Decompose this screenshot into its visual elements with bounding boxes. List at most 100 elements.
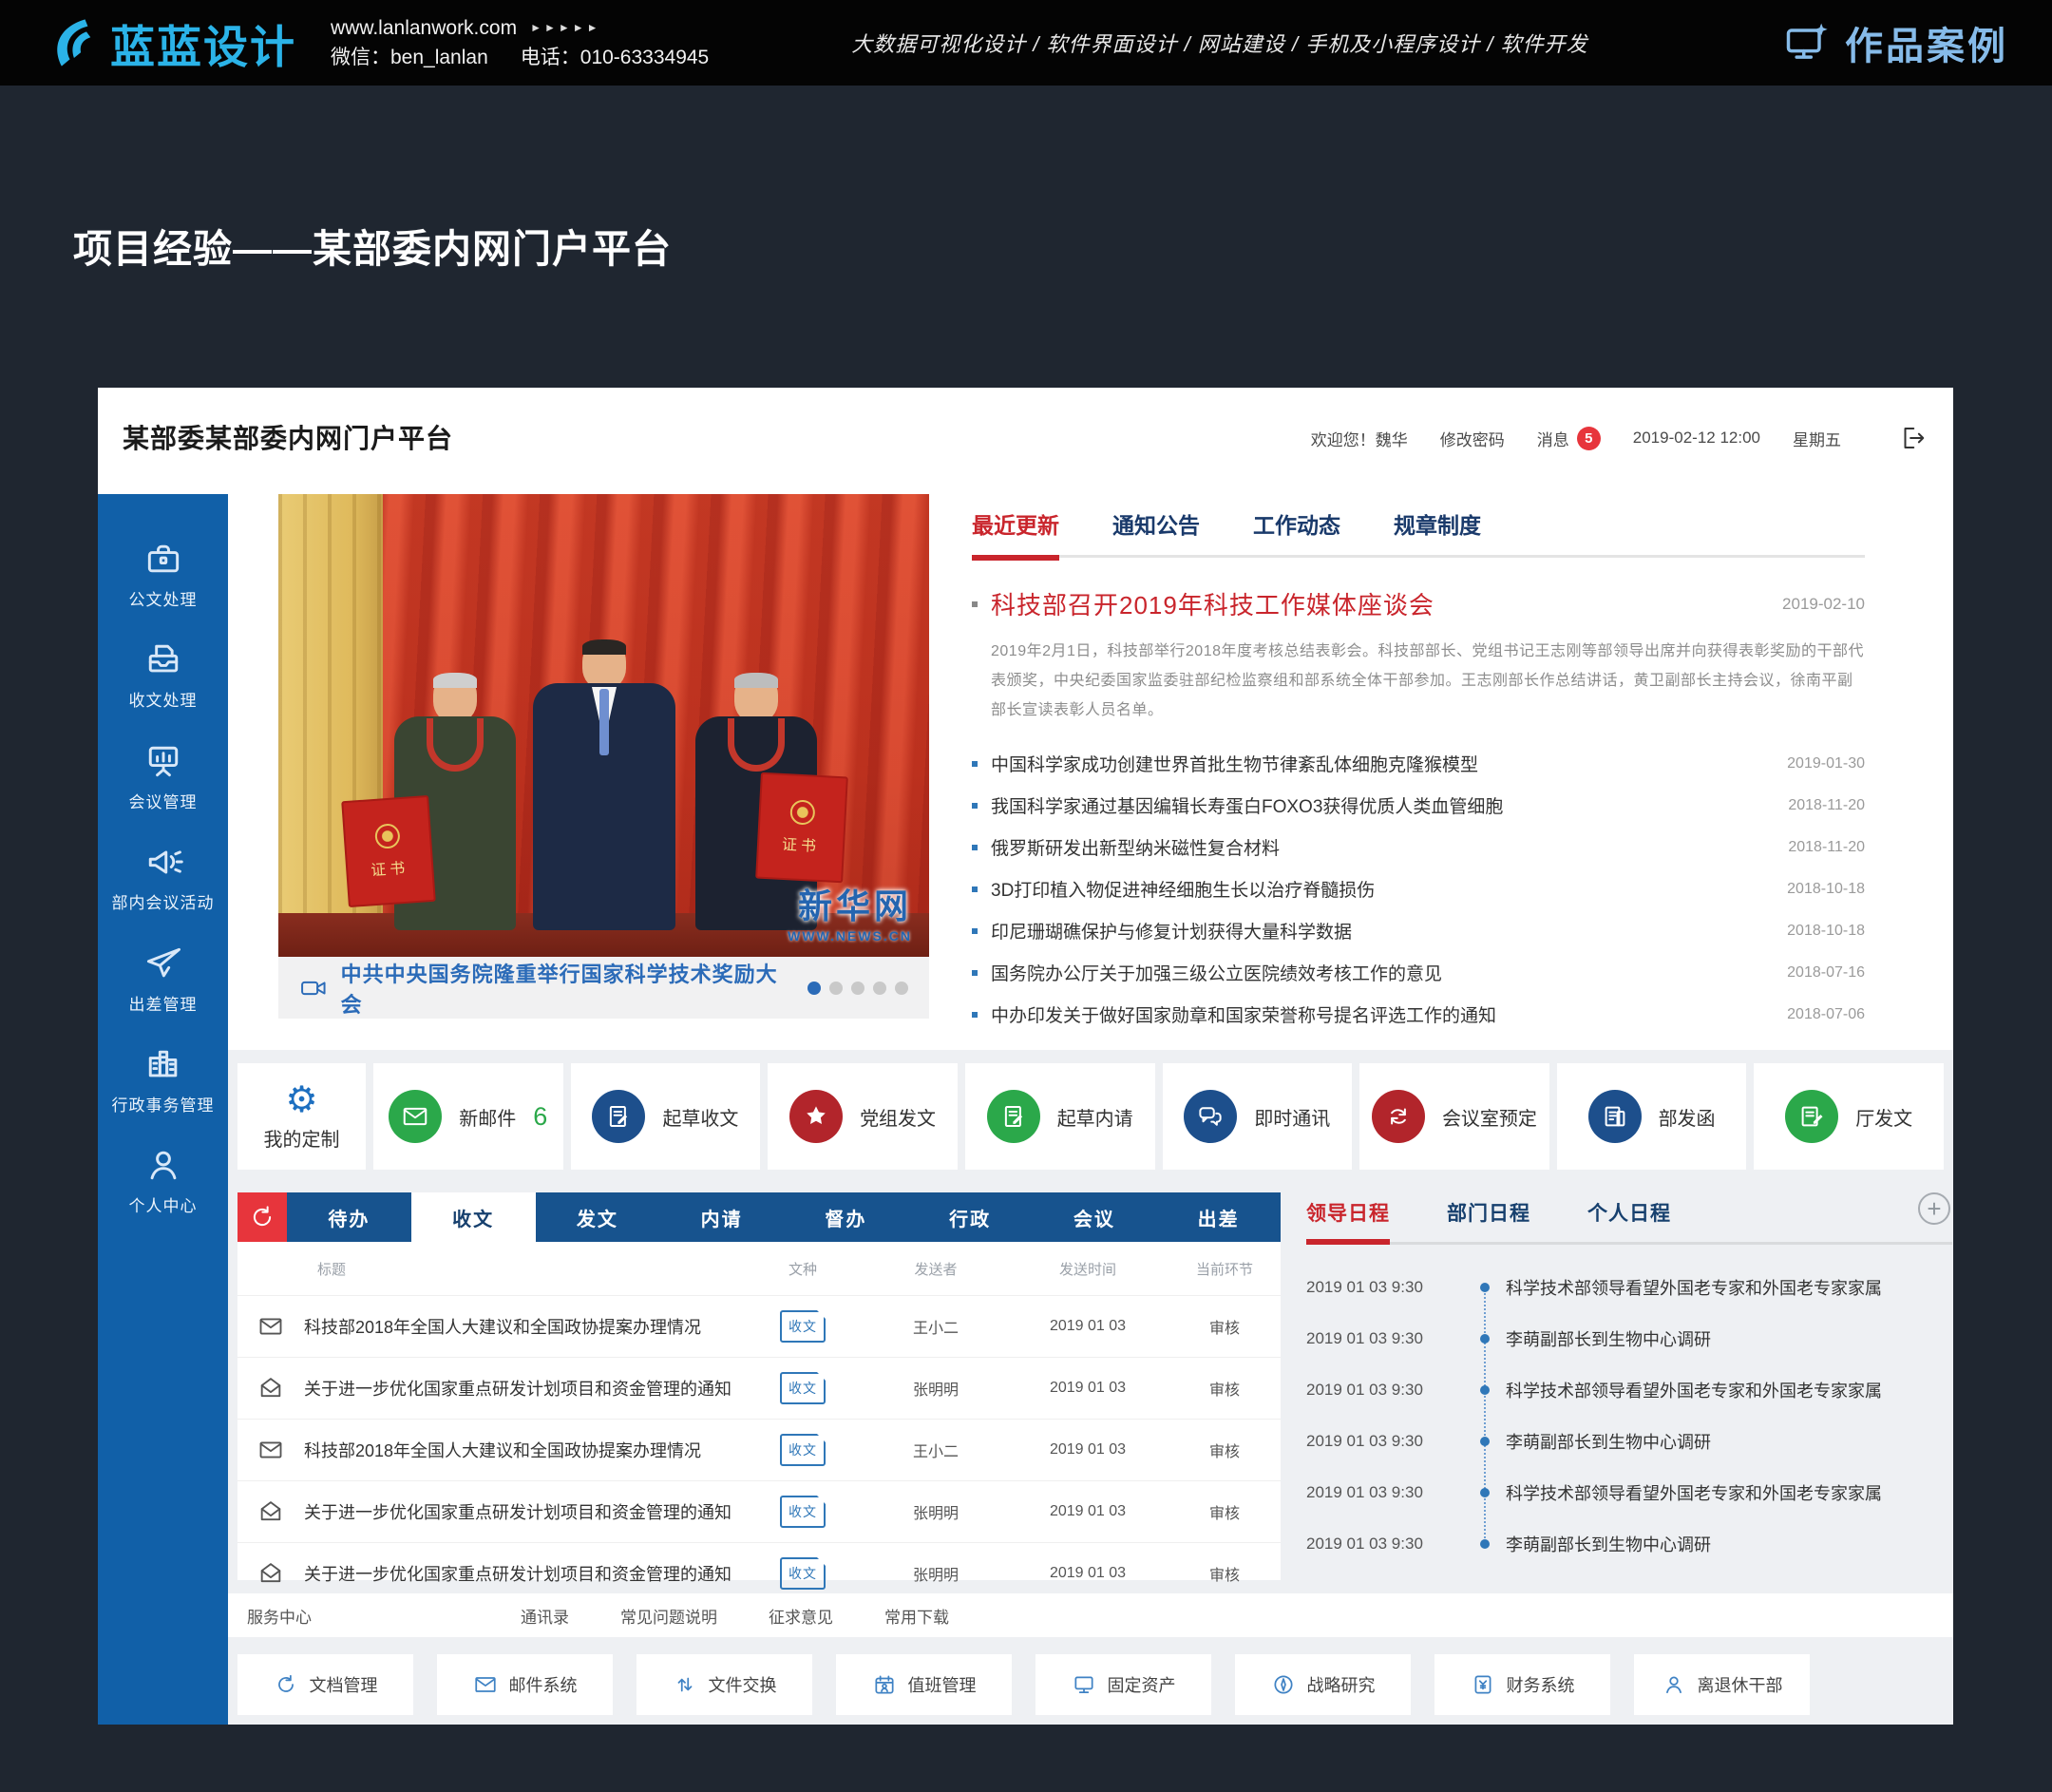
- news-item[interactable]: 中国科学家成功创建世界首批生物节律紊乱体细胞克隆猴模型2019-01-30: [972, 743, 1865, 785]
- carousel-dot[interactable]: [808, 982, 821, 995]
- news-item[interactable]: 俄罗斯研发出新型纳米磁性复合材料2018-11-20: [972, 827, 1865, 868]
- carousel-caption-bar: 中共中央国务院隆重举行国家科学技术奖励大会: [278, 957, 929, 1019]
- tab-work-trends[interactable]: 工作动态: [1253, 507, 1340, 540]
- quick-action-party-dispatch[interactable]: 党组发文: [768, 1063, 958, 1170]
- refresh-button[interactable]: [238, 1192, 287, 1242]
- tab-rules[interactable]: 规章制度: [1394, 507, 1481, 540]
- sidebar-item-document-processing[interactable]: 公文处理: [98, 538, 228, 610]
- carousel-dot[interactable]: [851, 982, 864, 995]
- row-sender: 张明明: [864, 1562, 1007, 1585]
- plane-icon: [142, 943, 184, 984]
- table-row[interactable]: 关于进一步优化国家重点研发计划项目和资金管理的通知 收文 张明明 2019 01…: [238, 1480, 1281, 1542]
- logout-button[interactable]: [1898, 424, 1927, 452]
- footer-link-downloads[interactable]: 常用下载: [884, 1604, 949, 1628]
- closed-envelope-icon: [257, 1313, 284, 1340]
- news-item-date: 2018-11-20: [1788, 839, 1865, 856]
- tab-todo[interactable]: 待办: [287, 1192, 411, 1242]
- app-duty-management[interactable]: 值班管理: [836, 1654, 1012, 1715]
- row-time: 2019 01 03: [1007, 1565, 1168, 1582]
- messages-label: 消息: [1537, 427, 1569, 450]
- tab-meeting[interactable]: 会议: [1033, 1192, 1157, 1242]
- schedule-item[interactable]: 2019 01 03 9:30 科学技术部领导看望外国老专家和外国老专家家属: [1306, 1364, 1952, 1416]
- tab-supervise[interactable]: 督办: [784, 1192, 908, 1242]
- tab-personal-schedule[interactable]: 个人日程: [1587, 1198, 1671, 1227]
- sidebar-item-admin-affairs[interactable]: 行政事务管理: [98, 1043, 228, 1115]
- footer-link-feedback[interactable]: 征求意见: [769, 1604, 833, 1628]
- news-item[interactable]: 国务院办公厅关于加强三级公立医院绩效考核工作的意见2018-07-16: [972, 952, 1865, 994]
- tab-department-schedule[interactable]: 部门日程: [1447, 1198, 1530, 1227]
- sidebar-item-personal-center[interactable]: 个人中心: [98, 1144, 228, 1216]
- carousel-dot[interactable]: [829, 982, 843, 995]
- sidebar-item-internal-meetings[interactable]: 部内会议活动: [98, 841, 228, 913]
- service-center-link[interactable]: 服务中心: [247, 1604, 312, 1628]
- news-item[interactable]: 3D打印植入物促进神经细胞生长以治疗脊髓损伤2018-10-18: [972, 868, 1865, 910]
- app-fixed-assets[interactable]: 固定资产: [1036, 1654, 1211, 1715]
- tab-dispatch[interactable]: 发文: [536, 1192, 660, 1242]
- quick-action-ministry-letter[interactable]: 部发函: [1557, 1063, 1747, 1170]
- headline-date: 2019-02-10: [1782, 595, 1865, 614]
- website-link[interactable]: www.lanlanwork.com: [331, 13, 517, 44]
- envelope-icon: [473, 1672, 498, 1697]
- schedule-time: 2019 01 03 9:30: [1306, 1278, 1464, 1297]
- row-time: 2019 01 03: [1007, 1441, 1168, 1458]
- news-item[interactable]: 印尼珊瑚礁保护与修复计划获得大量科学数据2018-10-18: [972, 910, 1865, 952]
- schedule-item[interactable]: 2019 01 03 9:30 李萌副部长到生物中心调研: [1306, 1518, 1952, 1570]
- quick-action-new-mail[interactable]: 新邮件 6: [373, 1063, 563, 1170]
- row-sender: 王小二: [864, 1439, 1007, 1461]
- headline-link[interactable]: 科技部召开2019年科技工作媒体座谈会: [991, 586, 1434, 621]
- news-carousel[interactable]: 证书 证书 新华网 WWW.NEWS.CN 中共中央国务院隆重举行: [278, 494, 929, 1019]
- lanlan-logo[interactable]: 蓝蓝设计: [44, 10, 296, 76]
- quick-action-draft-internal[interactable]: 起草内请: [965, 1063, 1155, 1170]
- news-item[interactable]: 中办印发关于做好国家勋章和国家荣誉称号提名评选工作的通知2018-07-06: [972, 994, 1865, 1036]
- row-sender: 张明明: [864, 1377, 1007, 1400]
- quick-action-label: 党组发文: [860, 1103, 936, 1131]
- table-row[interactable]: 科技部2018年全国人大建议和全国政协提案办理情况 收文 王小二 2019 01…: [238, 1419, 1281, 1480]
- app-finance-system[interactable]: 财务系统: [1434, 1654, 1610, 1715]
- app-mail-system[interactable]: 邮件系统: [437, 1654, 613, 1715]
- footer-link-contacts[interactable]: 通讯录: [521, 1604, 569, 1628]
- sidebar-item-meeting-management[interactable]: 会议管理: [98, 740, 228, 812]
- portal-card: 某部委某部委内网门户平台 欢迎您！魏华 修改密码 消息 5 2019-02-12…: [98, 388, 1953, 1725]
- tab-notices[interactable]: 通知公告: [1112, 507, 1200, 540]
- carousel-dot[interactable]: [895, 982, 908, 995]
- change-password-link[interactable]: 修改密码: [1440, 427, 1505, 450]
- app-document-management[interactable]: 文档管理: [238, 1654, 413, 1715]
- carousel-photo: 证书 证书 新华网 WWW.NEWS.CN: [278, 494, 929, 957]
- app-strategy-research[interactable]: 战略研究: [1235, 1654, 1411, 1715]
- tab-admin[interactable]: 行政: [908, 1192, 1033, 1242]
- carousel-dot[interactable]: [873, 982, 886, 995]
- app-retired-cadres[interactable]: 离退休干部: [1634, 1654, 1810, 1715]
- timeline-dot-icon: [1464, 1437, 1506, 1446]
- sidebar-item-business-trip[interactable]: 出差管理: [98, 943, 228, 1015]
- footer-link-faq[interactable]: 常见问题说明: [620, 1604, 717, 1628]
- tab-recent-updates[interactable]: 最近更新: [972, 507, 1059, 540]
- schedule-item[interactable]: 2019 01 03 9:30 李萌副部长到生物中心调研: [1306, 1313, 1952, 1364]
- schedule-item[interactable]: 2019 01 03 9:30 科学技术部领导看望外国老专家和外国老专家家属: [1306, 1262, 1952, 1313]
- carousel-caption[interactable]: 中共中央国务院隆重举行国家科学技术奖励大会: [341, 958, 794, 1019]
- quick-action-draft-receive[interactable]: 起草收文: [571, 1063, 761, 1170]
- quick-action-meeting-room-booking[interactable]: 会议室预定: [1359, 1063, 1549, 1170]
- tab-leader-schedule[interactable]: 领导日程: [1306, 1198, 1390, 1227]
- portfolio-link[interactable]: 作品案例: [1782, 15, 2008, 70]
- row-sender: 王小二: [864, 1315, 1007, 1338]
- news-item[interactable]: 我国科学家通过基因编辑长寿蛋白FOXO3获得优质人类血管细胞2018-11-20: [972, 785, 1865, 827]
- sidebar-item-receive-processing[interactable]: 收文处理: [98, 639, 228, 711]
- new-mail-count: 6: [533, 1102, 547, 1132]
- datetime-text: 2019-02-12 12:00: [1633, 429, 1760, 448]
- schedule-tabs: 领导日程 部门日程 个人日程 +: [1306, 1198, 1952, 1245]
- messages-link[interactable]: 消息 5: [1537, 427, 1601, 450]
- tab-internal-request[interactable]: 内请: [659, 1192, 784, 1242]
- table-row[interactable]: 科技部2018年全国人大建议和全国政协提案办理情况 收文 王小二 2019 01…: [238, 1295, 1281, 1357]
- add-schedule-button[interactable]: +: [1918, 1192, 1950, 1225]
- my-customization-button[interactable]: ⚙ 我的定制: [238, 1063, 366, 1170]
- schedule-item[interactable]: 2019 01 03 9:30 李萌副部长到生物中心调研: [1306, 1416, 1952, 1467]
- tab-receive[interactable]: 收文: [411, 1192, 536, 1242]
- schedule-panel: 领导日程 部门日程 个人日程 + 2019 01 03 9:30 科学技术部领导…: [1306, 1192, 1952, 1580]
- row-step: 审核: [1168, 1439, 1281, 1461]
- tab-trip[interactable]: 出差: [1156, 1192, 1281, 1242]
- quick-action-instant-messaging[interactable]: 即时通讯: [1163, 1063, 1353, 1170]
- quick-action-office-dispatch[interactable]: 厅发文: [1754, 1063, 1944, 1170]
- table-row[interactable]: 关于进一步优化国家重点研发计划项目和资金管理的通知 收文 张明明 2019 01…: [238, 1357, 1281, 1419]
- schedule-item[interactable]: 2019 01 03 9:30 科学技术部领导看望外国老专家和外国老专家家属: [1306, 1467, 1952, 1518]
- app-file-exchange[interactable]: 文件交换: [636, 1654, 812, 1715]
